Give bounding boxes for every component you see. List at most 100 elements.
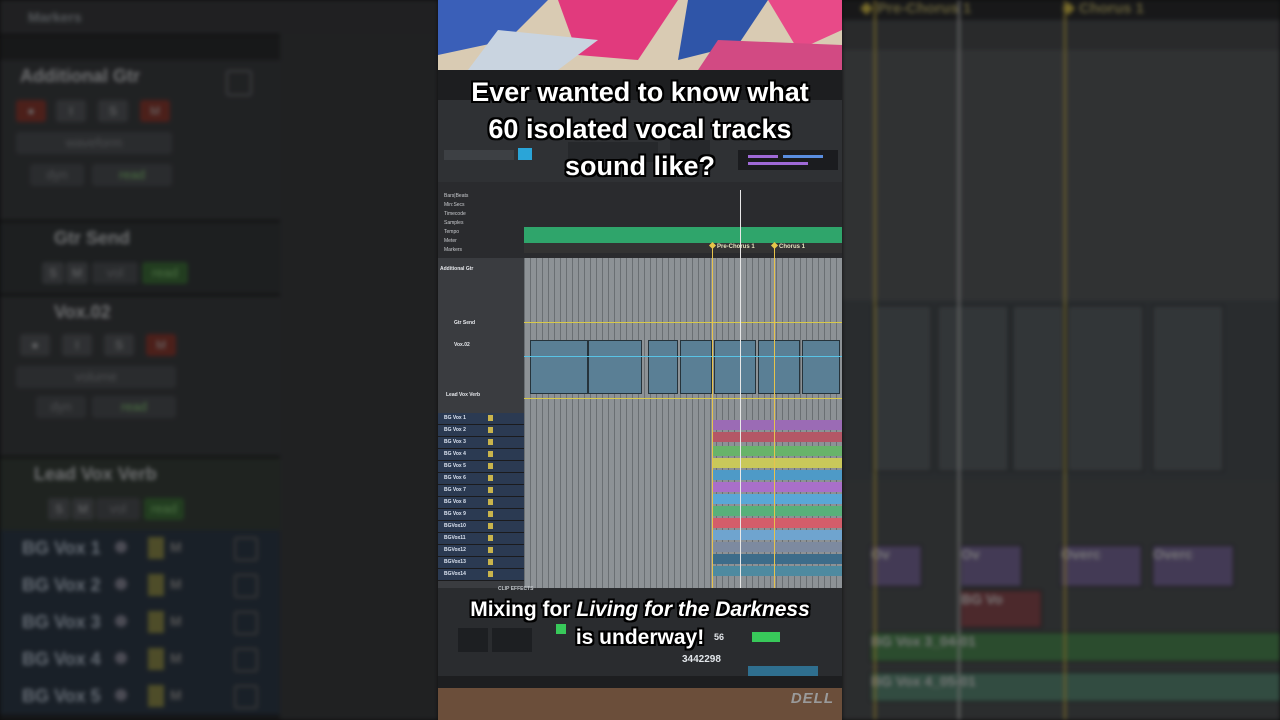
clip-effects-label[interactable]: CLIP EFFECTS [498, 586, 533, 592]
clip-overc[interactable]: Overc [1060, 545, 1142, 587]
clip-bg-vox[interactable] [712, 482, 842, 492]
clip-bg-vox[interactable] [712, 542, 842, 552]
track-lead-vox-verb[interactable]: Lead Vox Verb [446, 392, 480, 398]
marker-chorus-1[interactable]: Chorus 1 [770, 241, 805, 250]
clip-bg-vox-3[interactable]: BG Vox 3_04-01 [870, 632, 1280, 662]
track-bg-vox-4[interactable]: BG Vox 4 [438, 449, 524, 461]
audio-clip[interactable] [1012, 305, 1064, 472]
solo-indicator[interactable] [148, 611, 164, 633]
track-additional-gtr[interactable]: Additional Gtr [440, 266, 473, 272]
mute-label[interactable]: M [170, 539, 182, 555]
clip-bg-vox[interactable] [712, 518, 842, 528]
clip-overdub[interactable] [712, 432, 842, 442]
track-bg-vox-2[interactable]: BG Vox 2 [438, 425, 524, 437]
track-bg-vox-3[interactable]: BG Vox 3 [438, 437, 524, 449]
clip-bg-vox[interactable] [712, 470, 842, 480]
solo-button[interactable]: S [48, 498, 70, 520]
automation-mode[interactable]: read [92, 396, 176, 418]
mute-button[interactable]: M [72, 498, 94, 520]
mute-button[interactable]: M [140, 100, 170, 122]
audio-clip[interactable] [1152, 305, 1224, 472]
clip-bg-vox[interactable] [712, 458, 842, 468]
solo-button[interactable]: S [42, 262, 64, 284]
track-select-box[interactable] [234, 574, 258, 598]
solo-indicator[interactable] [148, 648, 164, 670]
record-button[interactable]: ● [20, 334, 50, 356]
audio-clip[interactable] [758, 340, 800, 394]
track-bg-vox-10[interactable]: BGVox10 [438, 521, 524, 533]
view-selector[interactable]: waveform [16, 132, 172, 154]
track-row-bg-vox-3[interactable]: BG Vox 3 M [0, 604, 280, 642]
track-bg-vox-14[interactable]: BGVox14 [438, 569, 524, 581]
audio-clip[interactable] [714, 340, 756, 394]
track-select-box[interactable] [226, 70, 252, 96]
mute-button[interactable]: M [146, 334, 176, 356]
clip-overc[interactable]: Overc [1152, 545, 1234, 587]
track-bg-vox-6[interactable]: BG Vox 6 [438, 473, 524, 485]
track-row-bg-vox-1[interactable]: BG Vox 1 M [0, 530, 280, 568]
track-name: BG Vox 1 [22, 538, 101, 558]
audio-clip[interactable] [648, 340, 678, 394]
track-row-bg-vox-5[interactable]: BG Vox 5 M [0, 678, 280, 716]
track-row-bg-vox-2[interactable]: BG Vox 2 M [0, 567, 280, 605]
marker-chorus[interactable]: Chorus 1 [1062, 0, 1144, 20]
audio-clip[interactable] [937, 305, 1009, 472]
track-row-bg-vox-4[interactable]: BG Vox 4 M [0, 641, 280, 679]
playlist-mode[interactable]: dyn [30, 164, 84, 186]
clip-bg-vox[interactable] [712, 506, 842, 516]
automation-mode[interactable]: read [142, 262, 188, 284]
clip-ov[interactable]: Ov [870, 545, 922, 587]
marker-pre-chorus-1[interactable]: Pre-Chorus 1 [708, 241, 755, 250]
mute-label[interactable]: M [170, 576, 182, 592]
solo-button[interactable]: S [104, 334, 134, 356]
track-bg-vox-7[interactable]: BG Vox 7 [438, 485, 524, 497]
track-bg-vox-9[interactable]: BG Vox 9 [438, 509, 524, 521]
clip-bg-vox[interactable] [712, 494, 842, 504]
clip-ov[interactable]: Ov [960, 545, 1022, 587]
track-select-box[interactable] [234, 685, 258, 709]
mute-label[interactable]: M [170, 687, 182, 703]
audio-clip[interactable] [1067, 305, 1144, 472]
param-selector[interactable]: vol [92, 262, 138, 284]
record-button[interactable]: ● [16, 100, 46, 122]
track-bg-vox-8[interactable]: BG Vox 8 [438, 497, 524, 509]
clip-bg-vox[interactable] [712, 530, 842, 540]
track-bg-vox-1[interactable]: BG Vox 1 [438, 413, 524, 425]
input-button[interactable]: I [56, 100, 86, 122]
track-bg-vox-13[interactable]: BGVox13 [438, 557, 524, 569]
audio-clip[interactable] [588, 340, 642, 394]
track-gtr-send[interactable]: Gtr Send [454, 320, 475, 326]
clip-bg-vox[interactable] [712, 554, 842, 564]
track-select-box[interactable] [234, 611, 258, 635]
audio-clip[interactable] [530, 340, 588, 394]
clip-bg-vox[interactable] [712, 566, 842, 576]
clip-bg-vox-4[interactable]: BG Vox 4_05-01 [870, 672, 1280, 702]
input-button[interactable]: I [62, 334, 92, 356]
solo-button[interactable]: S [98, 100, 128, 122]
solo-indicator[interactable] [148, 537, 164, 559]
track-vox-02[interactable]: Vox.02 [454, 342, 470, 348]
audio-clip[interactable] [872, 305, 932, 472]
audio-clip[interactable] [802, 340, 840, 394]
automation-mode[interactable]: read [144, 498, 184, 520]
clip-overdub[interactable] [712, 420, 842, 430]
marker-pre-chorus[interactable]: Pre-Chorus 1 [860, 0, 971, 20]
solo-indicator[interactable] [148, 574, 164, 596]
track-bg-vox-12[interactable]: BGVox12 [438, 545, 524, 557]
playlist-mode[interactable]: dyn [36, 396, 86, 418]
clip-bg-vox[interactable] [712, 446, 842, 456]
automation-mode[interactable]: read [92, 164, 172, 186]
playhead[interactable] [740, 190, 741, 588]
track-bg-vox-11[interactable]: BGVox11 [438, 533, 524, 545]
track-select-box[interactable] [234, 648, 258, 672]
mute-button[interactable]: M [66, 262, 88, 284]
view-selector[interactable]: volume [16, 366, 176, 388]
clip-bg-vo[interactable]: BG Vo [960, 590, 1042, 628]
track-select-box[interactable] [234, 537, 258, 561]
track-bg-vox-5[interactable]: BG Vox 5 [438, 461, 524, 473]
solo-indicator[interactable] [148, 685, 164, 707]
mute-label[interactable]: M [170, 613, 182, 629]
mute-label[interactable]: M [170, 650, 182, 666]
audio-clip[interactable] [680, 340, 712, 394]
param-selector[interactable]: vol [96, 498, 140, 520]
